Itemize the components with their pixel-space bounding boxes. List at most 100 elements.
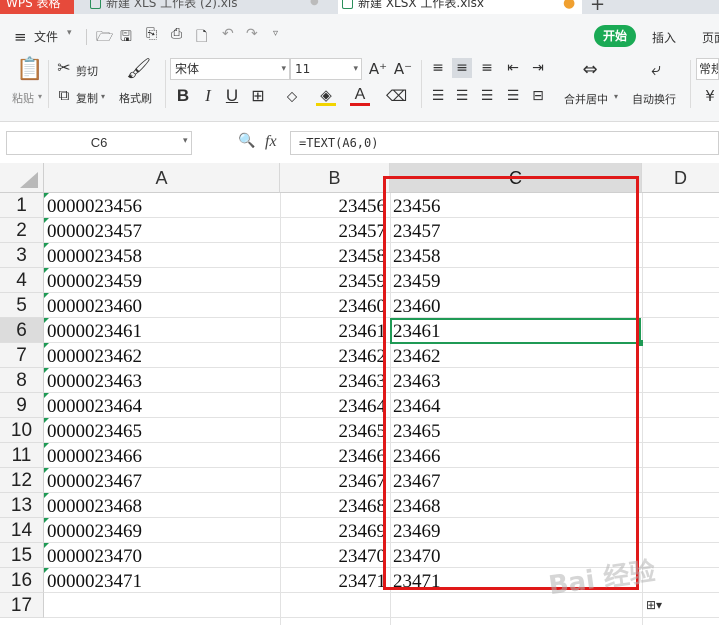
cell-b[interactable]: 23463 xyxy=(280,368,390,393)
row-header[interactable]: 5 xyxy=(0,293,44,318)
copy-button[interactable]: 复制 xyxy=(76,90,98,106)
merge-center-icon[interactable]: ⇔ xyxy=(580,60,600,80)
zoom-search-icon[interactable]: 🔍 xyxy=(238,133,255,149)
row-header[interactable]: 4 xyxy=(0,268,44,293)
row-header[interactable]: 7 xyxy=(0,343,44,368)
tab-page-layout[interactable]: 页面 xyxy=(702,29,719,46)
cell-d[interactable] xyxy=(642,243,719,268)
chevron-down-icon[interactable]: ▾ xyxy=(614,92,618,101)
row-header[interactable]: 8 xyxy=(0,368,44,393)
cell-a[interactable]: 0000023462 xyxy=(44,343,280,368)
cell-d[interactable] xyxy=(642,193,719,218)
cell-d[interactable] xyxy=(642,493,719,518)
formula-input[interactable]: =TEXT(A6,0) xyxy=(290,131,719,155)
cell-d[interactable] xyxy=(642,268,719,293)
cell-a[interactable]: 0000023461 xyxy=(44,318,280,343)
chevron-down-icon[interactable]: ▾ xyxy=(183,136,188,146)
justify-icon[interactable]: ☰ xyxy=(503,86,523,106)
row-header[interactable]: 13 xyxy=(0,493,44,518)
cell-b[interactable] xyxy=(280,593,390,618)
cell-c[interactable] xyxy=(390,593,642,618)
cell-b[interactable]: 23465 xyxy=(280,418,390,443)
decrease-font-icon[interactable]: A⁻ xyxy=(393,59,413,79)
row-header[interactable]: 17 xyxy=(0,593,44,618)
cell-d[interactable] xyxy=(642,393,719,418)
cell-a[interactable]: 0000023458 xyxy=(44,243,280,268)
indent-decrease-icon[interactable]: ⇤ xyxy=(503,58,523,78)
cell-b[interactable]: 23459 xyxy=(280,268,390,293)
cell-d[interactable] xyxy=(642,218,719,243)
cell-a[interactable]: 0000023459 xyxy=(44,268,280,293)
clear-format-icon[interactable]: ⌫ xyxy=(386,86,407,106)
column-header-a[interactable]: A xyxy=(44,163,280,193)
cell-d[interactable] xyxy=(642,518,719,543)
font-family-select[interactable]: 宋体 ▾ xyxy=(170,58,290,80)
underline-icon[interactable]: U xyxy=(222,86,242,106)
row-header[interactable]: 6 xyxy=(0,318,44,343)
column-header-d[interactable]: D xyxy=(642,163,719,193)
cell-d[interactable] xyxy=(642,318,719,343)
new-tab-plus-icon[interactable]: + xyxy=(590,0,605,14)
cell-b[interactable]: 23461 xyxy=(280,318,390,343)
cell-a[interactable]: 0000023471 xyxy=(44,568,280,593)
row-header[interactable]: 2 xyxy=(0,218,44,243)
customize-toolbar-icon[interactable]: ▿ xyxy=(273,28,278,39)
format-painter-icon[interactable]: 🖌 xyxy=(126,58,151,78)
indent-increase-icon[interactable]: ⇥ xyxy=(528,58,548,78)
file-menu[interactable]: 文件 xyxy=(34,28,58,45)
cell-b[interactable]: 23464 xyxy=(280,393,390,418)
fx-icon[interactable]: fx xyxy=(265,133,277,151)
chevron-down-icon[interactable]: ▾ xyxy=(38,92,42,101)
row-header[interactable]: 3 xyxy=(0,243,44,268)
row-header[interactable]: 15 xyxy=(0,543,44,568)
cell-a[interactable]: 0000023469 xyxy=(44,518,280,543)
cell-b[interactable]: 23462 xyxy=(280,343,390,368)
italic-icon[interactable]: I xyxy=(198,86,218,106)
row-header[interactable]: 10 xyxy=(0,418,44,443)
distributed-icon[interactable]: ⊟ xyxy=(528,86,548,106)
cell-b[interactable]: 23468 xyxy=(280,493,390,518)
column-header-b[interactable]: B xyxy=(280,163,390,193)
merge-center-button[interactable]: 合并居中 xyxy=(564,91,608,107)
tab-insert[interactable]: 插入 xyxy=(652,29,676,46)
cell-b[interactable]: 23456 xyxy=(280,193,390,218)
paste-icon[interactable]: 📋 xyxy=(16,59,43,81)
cell-d[interactable] xyxy=(642,468,719,493)
cell-a[interactable]: 0000023460 xyxy=(44,293,280,318)
cell-b[interactable]: 23469 xyxy=(280,518,390,543)
cell-a[interactable]: 0000023470 xyxy=(44,543,280,568)
print-icon[interactable]: ⎙ xyxy=(171,26,182,42)
align-top-icon[interactable]: ≡ xyxy=(428,58,448,78)
align-left-icon[interactable]: ☰ xyxy=(428,86,448,106)
currency-icon[interactable]: ¥ xyxy=(700,86,719,106)
chevron-down-icon[interactable]: ▾ xyxy=(101,92,105,101)
tab-close-dot-icon[interactable]: ● xyxy=(310,0,319,7)
tab-start[interactable]: 开始 xyxy=(594,25,636,47)
cell-b[interactable]: 23467 xyxy=(280,468,390,493)
format-painter-button[interactable]: 格式刷 xyxy=(119,90,152,106)
align-bottom-icon[interactable]: ≡ xyxy=(477,58,497,78)
copy-icon[interactable]: ⧉ xyxy=(54,85,74,105)
row-header[interactable]: 9 xyxy=(0,393,44,418)
row-header[interactable]: 12 xyxy=(0,468,44,493)
row-header[interactable]: 1 xyxy=(0,193,44,218)
save-icon[interactable]: 🖫 xyxy=(120,26,132,50)
wrap-text-icon[interactable]: ⤶ xyxy=(646,60,666,80)
borders-icon[interactable]: ⊞ xyxy=(248,86,268,106)
hamburger-menu-icon[interactable]: ≡ xyxy=(14,28,27,46)
cell-a[interactable]: 0000023464 xyxy=(44,393,280,418)
cell-d[interactable] xyxy=(642,418,719,443)
cell-b[interactable]: 23471 xyxy=(280,568,390,593)
cell-b[interactable]: 23458 xyxy=(280,243,390,268)
name-box[interactable]: C6 xyxy=(6,131,192,155)
cell-a[interactable]: 0000023465 xyxy=(44,418,280,443)
paste-options-icon[interactable]: ⊞▾ xyxy=(646,598,662,612)
cell-a[interactable]: 0000023467 xyxy=(44,468,280,493)
cut-icon[interactable]: ✂ xyxy=(54,58,74,78)
number-format-select[interactable]: 常规 xyxy=(696,58,719,80)
align-center-icon[interactable]: ☰ xyxy=(452,86,472,106)
cell-d[interactable] xyxy=(642,343,719,368)
cell-d[interactable] xyxy=(642,293,719,318)
align-middle-icon[interactable]: ≡ xyxy=(452,58,472,78)
tab-document-xls[interactable]: 新建 XLS 工作表 (2).xls xyxy=(86,0,334,14)
